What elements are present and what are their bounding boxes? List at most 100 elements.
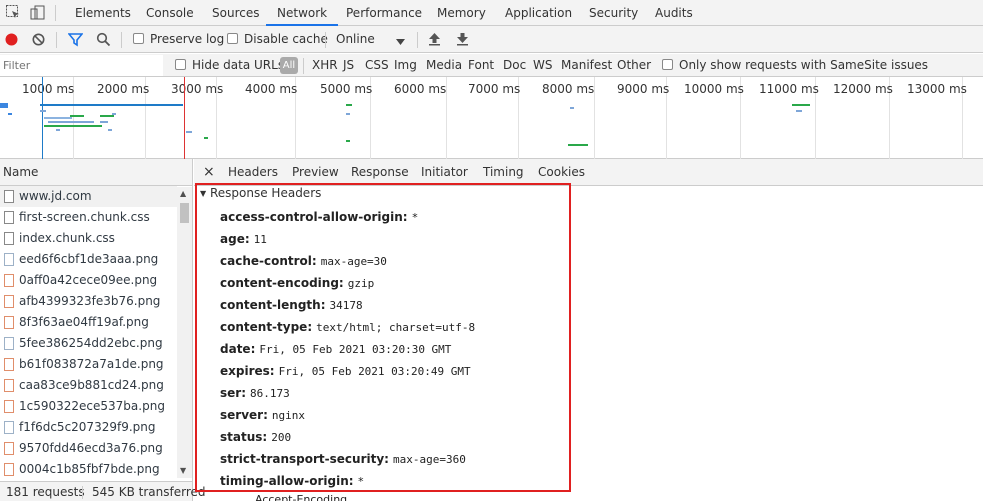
request-row[interactable]: www.jd.com: [0, 186, 177, 207]
device-toolbar-icon[interactable]: [30, 5, 46, 24]
inspect-element-icon[interactable]: [6, 5, 20, 22]
timeline-bar: [100, 115, 114, 117]
request-name: caa83ce9b881cd24.png: [19, 378, 164, 392]
tab-memory[interactable]: Memory: [437, 0, 486, 26]
name-column-header[interactable]: Name: [0, 159, 192, 186]
request-row[interactable]: 5fee386254dd2ebc.png: [0, 333, 177, 354]
filter-media[interactable]: Media: [426, 54, 462, 77]
disable-cache-label: Disable cache: [244, 32, 328, 46]
checkbox-box[interactable]: [133, 33, 144, 44]
preserve-log-checkbox[interactable]: Preserve log: [133, 26, 224, 53]
scroll-down-icon[interactable]: ▼: [180, 466, 186, 476]
checkbox-box[interactable]: [175, 59, 186, 70]
detail-tabbar: × Headers Preview Response Initiator Tim…: [194, 159, 983, 186]
network-overview[interactable]: 1000 ms 2000 ms 3000 ms 4000 ms 5000 ms …: [0, 77, 983, 159]
tab-preview[interactable]: Preview: [292, 159, 339, 186]
clear-icon[interactable]: [32, 33, 45, 49]
filter-font[interactable]: Font: [468, 54, 494, 77]
network-toolbar: Preserve log Disable cache Online: [0, 26, 983, 53]
checkbox-box[interactable]: [662, 59, 673, 70]
tab-timing[interactable]: Timing: [483, 159, 524, 186]
request-row[interactable]: 8f3f63ae04ff19af.png: [0, 312, 177, 333]
request-row[interactable]: first-screen.chunk.css: [0, 207, 177, 228]
timeline-bar: [40, 110, 46, 112]
request-name: 5fee386254dd2ebc.png: [19, 336, 163, 350]
tab-response[interactable]: Response: [351, 159, 409, 186]
filter-css[interactable]: CSS: [365, 54, 389, 77]
tick-label: 2000 ms: [97, 82, 150, 96]
tab-security[interactable]: Security: [589, 0, 638, 26]
request-row[interactable]: f1f6dc5c207329f9.png: [0, 417, 177, 438]
timeline-bar: [0, 103, 8, 108]
checkbox-box[interactable]: [227, 33, 238, 44]
request-row[interactable]: afb4399323fe3b76.png: [0, 291, 177, 312]
dropdown-caret-icon[interactable]: [396, 35, 405, 49]
tick-label: 4000 ms: [245, 82, 298, 96]
request-row[interactable]: 1c590322ece537ba.png: [0, 396, 177, 417]
image-icon: [4, 253, 14, 266]
request-count: 181 requests: [6, 485, 85, 499]
stylesheet-icon: [4, 232, 14, 245]
tab-headers[interactable]: Headers: [228, 159, 278, 186]
image-icon: [4, 379, 14, 392]
filter-js[interactable]: JS: [343, 54, 354, 77]
filter-ws[interactable]: WS: [533, 54, 552, 77]
filter-input[interactable]: [0, 55, 163, 76]
highlight-box: [195, 183, 571, 492]
filter-doc[interactable]: Doc: [503, 54, 526, 77]
filter-img[interactable]: Img: [394, 54, 417, 77]
filter-other[interactable]: Other: [617, 54, 651, 77]
tab-console[interactable]: Console: [146, 0, 194, 26]
divider: [303, 58, 304, 74]
tab-audits[interactable]: Audits: [655, 0, 693, 26]
tick-label: 6000 ms: [394, 82, 447, 96]
tab-cookies[interactable]: Cookies: [538, 159, 585, 186]
request-row[interactable]: caa83ce9b881cd24.png: [0, 375, 177, 396]
timeline-bar: [40, 104, 183, 106]
status-bar: 181 requests 545 KB transferred: [0, 481, 205, 501]
partial-request-header: Accept-Encoding: [255, 493, 348, 501]
request-row[interactable]: b61f083872a7a1de.png: [0, 354, 177, 375]
request-name: 0aff0a42cece09ee.png: [19, 273, 158, 287]
filter-all-button[interactable]: All: [280, 57, 298, 74]
filter-bar: Hide data URLs All XHR JS CSS Img Media …: [0, 54, 983, 77]
close-icon[interactable]: ×: [203, 159, 215, 186]
request-row[interactable]: eed6f6cbf1de3aaa.png: [0, 249, 177, 270]
tab-initiator[interactable]: Initiator: [421, 159, 468, 186]
devtools-tabbar: Elements Console Sources Network Perform…: [0, 0, 983, 26]
request-row[interactable]: index.chunk.css: [0, 228, 177, 249]
filter-xhr[interactable]: XHR: [312, 54, 338, 77]
timeline-bar: [186, 131, 192, 133]
disable-cache-checkbox[interactable]: Disable cache: [227, 26, 328, 53]
scrollbar-thumb[interactable]: [180, 203, 189, 223]
samesite-label: Only show requests with SameSite issues: [679, 58, 929, 72]
tab-elements[interactable]: Elements: [75, 0, 131, 26]
search-icon[interactable]: [96, 32, 111, 50]
request-row[interactable]: 0aff0a42cece09ee.png: [0, 270, 177, 291]
tick-label: 1000 ms: [22, 82, 75, 96]
tab-application[interactable]: Application: [505, 0, 572, 26]
request-list-scrollbar[interactable]: ▲ ▼: [177, 187, 192, 478]
timeline-bar: [570, 107, 574, 109]
request-name: eed6f6cbf1de3aaa.png: [19, 252, 159, 266]
hide-data-urls-checkbox[interactable]: Hide data URLs: [175, 54, 284, 77]
export-har-icon[interactable]: [456, 32, 469, 49]
image-icon: [4, 421, 14, 434]
record-icon[interactable]: [5, 33, 18, 49]
filter-manifest[interactable]: Manifest: [561, 54, 612, 77]
tab-network[interactable]: Network: [266, 0, 339, 26]
timeline-bar: [112, 113, 116, 115]
tab-sources[interactable]: Sources: [212, 0, 259, 26]
timeline-bar: [48, 121, 94, 123]
tab-performance[interactable]: Performance: [346, 0, 422, 26]
import-har-icon[interactable]: [428, 32, 441, 49]
transferred-size: 545 KB transferred: [92, 485, 206, 499]
filter-icon[interactable]: [67, 32, 84, 50]
request-row[interactable]: 9570fdd46ecd3a76.png: [0, 438, 177, 459]
stylesheet-icon: [4, 211, 14, 224]
request-name: 8f3f63ae04ff19af.png: [19, 315, 149, 329]
samesite-checkbox[interactable]: Only show requests with SameSite issues: [662, 54, 928, 77]
scroll-up-icon[interactable]: ▲: [180, 189, 186, 199]
request-row[interactable]: 0004c1b85fbf7bde.png: [0, 459, 177, 480]
throttling-select[interactable]: Online: [336, 26, 375, 53]
